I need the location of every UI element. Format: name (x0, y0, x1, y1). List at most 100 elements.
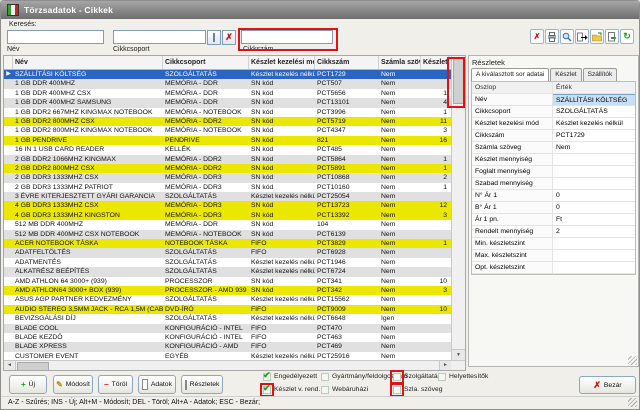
table-row[interactable]: 4 GB DDR3 1333MHZ KINGSTONMEMÓRIA - DDR3… (4, 211, 465, 220)
panel-resize-grip[interactable] (628, 356, 637, 365)
grid-cell: SZOLGÁLTATÁS (163, 70, 249, 79)
search-name-input[interactable] (7, 30, 104, 44)
group-lookup-button[interactable] (207, 30, 221, 45)
horizontal-scrollbar[interactable]: ◄ ► (4, 360, 465, 370)
checkbox[interactable] (321, 386, 329, 394)
table-row[interactable]: 1 GB DDR 400MHZ CSXMEMÓRIA - DDRSN kódPC… (4, 89, 465, 98)
grid-cell: Nem (379, 277, 421, 286)
table-row[interactable]: 2 GB DDR2 800MHZ CSXMEMÓRIA - DDR2SN kód… (4, 164, 465, 173)
checkmark-icon: ✔ (263, 383, 271, 394)
table-row[interactable]: ALKATRÉSZ BEÉPÍTÉSSZOLGÁLTATÁSKészlet ke… (4, 267, 465, 276)
table-row[interactable]: ASUS AGP PARTNER KEDVEZMÉNYSZOLGÁLTATÁSK… (4, 295, 465, 304)
table-row[interactable]: BEVIZSGÁLÁSI DÍJSZOLGÁLTATÁSKészlet keze… (4, 314, 465, 323)
checkbox[interactable] (393, 373, 401, 381)
grid-header-code[interactable]: Cikkszám (315, 56, 379, 69)
data-button[interactable]: Adatok (138, 375, 176, 394)
grid-cell: ASUS AGP PARTNER KEDVEZMÉNY (13, 295, 163, 304)
grid-cell: Nem (379, 324, 421, 333)
table-row[interactable]: 2 GB DDR2 1066MHZ KINGMAXMEMÓRIA - DDR2S… (4, 155, 465, 164)
table-row[interactable]: 2 GB DDR3 1333MHZ PATRIOTMEMÓRIA - DDR3S… (4, 183, 465, 192)
export-file-button[interactable] (605, 29, 619, 44)
checkbox[interactable]: ✔ (263, 386, 271, 394)
grid-cell: Nem (379, 155, 421, 164)
scroll-left-arrow-icon[interactable]: ◄ (4, 361, 16, 370)
search-group-input[interactable] (113, 30, 206, 44)
details-tab-0[interactable]: A kiválasztott sor adatai (471, 68, 549, 81)
table-row[interactable]: BLADE COOLKONFIGURÁCIÓ - INTELFIFOPCT470… (4, 324, 465, 333)
edit-button[interactable]: ✎ Módosít (53, 375, 93, 394)
table-row[interactable]: ACER NOTEBOOK TÁSKANOTEBOOK TÁSKAFIFOPCT… (4, 239, 465, 248)
details-label: Foglalt mennyiség (472, 166, 553, 177)
search-code-input[interactable] (241, 30, 333, 44)
horizontal-scrollbar-thumb[interactable] (17, 362, 49, 371)
details-row: Min. készletszint (472, 238, 635, 250)
scroll-down-arrow-icon[interactable]: ▼ (452, 349, 465, 360)
grid-header-mode[interactable]: Készlet kezelési mód (249, 56, 315, 69)
grid-header-name[interactable]: Név (13, 56, 163, 69)
row-selector-cell (4, 267, 13, 276)
search-clear-button[interactable]: ✗ (222, 30, 236, 45)
details-toggle-button[interactable]: Részletek (181, 375, 223, 394)
table-row[interactable]: 512 MB DDR 400MHZ CSX NOTEBOOKMEMÓRIA - … (4, 230, 465, 239)
table-row[interactable]: 1 GB DDR 400MHZ SAMSUNGMEMÓRIA - DDRSN k… (4, 98, 465, 107)
checkbox[interactable] (393, 386, 401, 394)
row-selector-cell (4, 136, 13, 145)
grid-cell: SZOLGÁLTATÁS (163, 314, 249, 323)
details-panel: Részletek A kiválasztott sor adataiKészl… (468, 55, 639, 367)
table-row[interactable]: 3 ÉVRE KITERJESZTETT GYÁRI GARANCIASZOLG… (4, 192, 465, 201)
window-resize-grip[interactable] (628, 398, 637, 407)
scroll-right-arrow-icon[interactable]: ► (439, 361, 451, 370)
search-code-label: Cikkszám (243, 46, 273, 53)
grid-cell: PCT5864 (315, 155, 379, 164)
print-button[interactable] (545, 29, 559, 44)
table-row[interactable]: AMD ATHLON 64 3000+ (939)PROCESSZORSN kó… (4, 277, 465, 286)
grid-cell: BEVIZSGÁLÁSI DÍJ (13, 314, 163, 323)
table-row[interactable]: ADATMENTÉSSZOLGÁLTATÁSKészlet kezelés né… (4, 258, 465, 267)
table-row[interactable]: 4 GB DDR3 1333MHZ CSXMEMÓRIA - DDR3SN kó… (4, 201, 465, 210)
table-row[interactable]: BLADE KEZDŐKONFIGURÁCIÓ - INTELFIFOPCT46… (4, 333, 465, 342)
vertical-scrollbar[interactable]: ▼ (451, 56, 465, 360)
delete-button[interactable]: − Töröl (98, 375, 133, 394)
export-button[interactable] (575, 29, 589, 44)
table-row[interactable]: 512 MB DDR 400MHZMEMÓRIA - DDRSN kód104N… (4, 220, 465, 229)
table-row[interactable]: AMD ATHLON64 3000+ BOX (939)PROCESSZOR -… (4, 286, 465, 295)
checkbox[interactable] (321, 373, 329, 381)
vertical-scrollbar-thumb[interactable] (453, 58, 464, 104)
title-bar[interactable]: Törzsadatok - Cikkek (1, 1, 639, 19)
grid-cell: Nem (379, 79, 421, 88)
grid-cell: 3 (421, 211, 449, 220)
table-row[interactable]: 1 GB DDR2 800MHZ CSXMEMÓRIA - DDR2SN kód… (4, 117, 465, 126)
grid-cell: PCT3996 (315, 108, 379, 117)
close-button[interactable]: ✗ Bezár (579, 376, 636, 394)
details-label: N° Ár 1 (472, 190, 553, 201)
filter-clear-button[interactable]: ✗ (530, 29, 544, 44)
checkbox[interactable] (438, 373, 446, 381)
open-folder-button[interactable] (590, 29, 604, 44)
table-row[interactable]: 1 GB DDR2 800MHZ KINGMAX NOTEBOOKMEMÓRIA… (4, 126, 465, 135)
grid-header-qty[interactable]: Készlet me (421, 56, 449, 69)
grid-header-invoice[interactable]: Számla szöveg (379, 56, 421, 69)
table-row[interactable]: 1 GB PENDRIVEPENDRIVESN kód821Nem16 (4, 136, 465, 145)
grid-cell: 1 (421, 183, 449, 192)
table-row[interactable]: AUDIO STEREO 3,5MM JACK - RCA 1,5M (CABL… (4, 305, 465, 314)
table-row[interactable]: 16 IN 1 USB CARD READERKELLÉKSN kódPCT48… (4, 145, 465, 154)
refresh-button[interactable]: ↻ (620, 29, 634, 44)
table-row[interactable]: BLADE XPRESSKONFIGURÁCIÓ - AMDFIFOPCT469… (4, 342, 465, 351)
details-tab-2[interactable]: Szállítók (583, 68, 618, 81)
new-button[interactable]: + Új (9, 375, 47, 394)
table-row[interactable]: 1 GB DDR 400MHZMEMÓRIA - DDRSN kódPCT507… (4, 79, 465, 88)
grid-cell: PCT6139 (315, 230, 379, 239)
filter-checkbox-item: ✔Készlet v. rend. (263, 386, 320, 394)
table-row[interactable]: ADATFELTÖLTÉSSZOLGÁLTATÁSFIFOPCT6928Nem (4, 248, 465, 257)
grid-header-group[interactable]: Cikkcsoport (163, 56, 249, 69)
table-row[interactable]: ▶SZÁLLÍTÁSI KÖLTSÉGSZOLGÁLTATÁSKészlet k… (4, 70, 465, 79)
print-preview-button[interactable] (560, 29, 574, 44)
grid-cell: PCT10160 (315, 183, 379, 192)
details-value: Érték (553, 82, 635, 93)
checkbox[interactable]: ✔ (263, 373, 271, 381)
details-tab-1[interactable]: Készlet (550, 68, 581, 81)
table-row[interactable]: 2 GB DDR3 1333MHZ CSXMEMÓRIA - DDR3SN kó… (4, 173, 465, 182)
row-selector-cell (4, 305, 13, 314)
table-row[interactable]: 1 GB DDR2 667MHZ KINGMAX NOTEBOOKMEMÓRIA… (4, 108, 465, 117)
row-selector-cell (4, 108, 13, 117)
